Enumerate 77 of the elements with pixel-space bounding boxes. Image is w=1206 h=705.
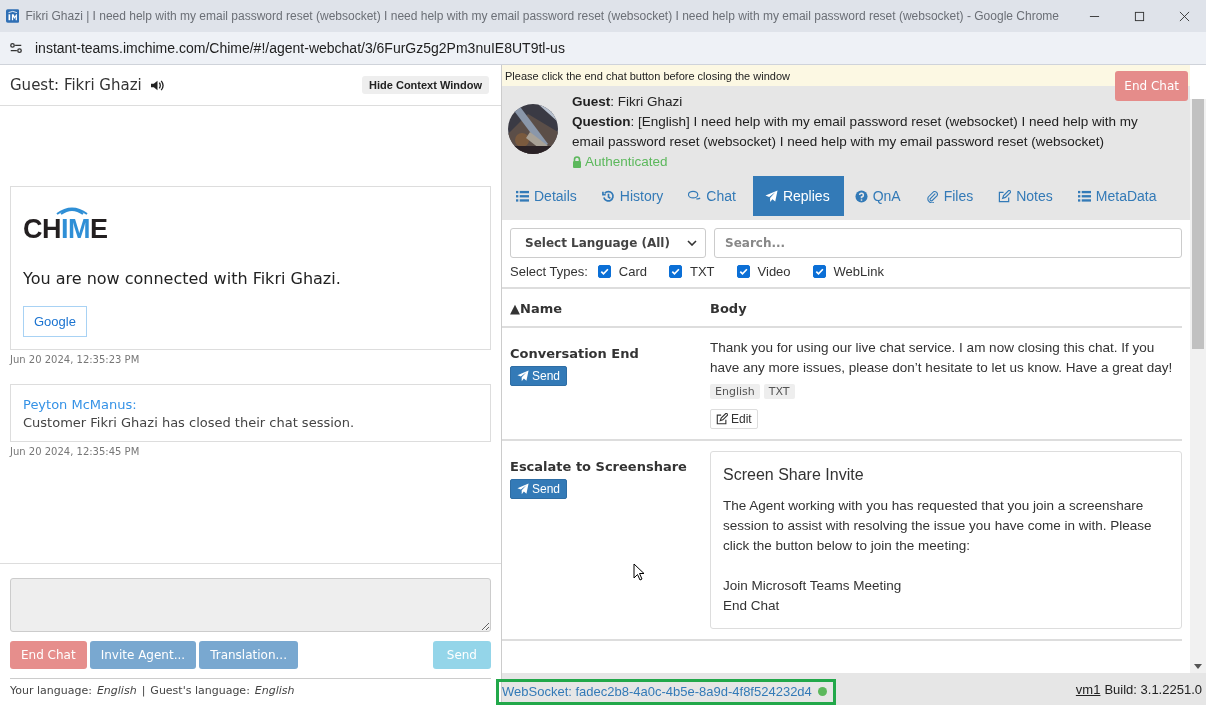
question-icon bbox=[854, 189, 868, 203]
tab[interactable]: Details bbox=[508, 176, 591, 216]
scrollbar[interactable] bbox=[1190, 99, 1206, 673]
paperclip-icon bbox=[925, 189, 939, 203]
question-text: Question: [English] I need help with my email password reset (websocket) I need help with my email password reset (websocket) I need help with my email password reset (websocket) bbox=[572, 113, 1139, 151]
list-icon bbox=[516, 189, 529, 203]
end-chat-button[interactable]: End Chat bbox=[1115, 71, 1188, 101]
language-value: English bbox=[254, 684, 295, 697]
tag: TXT bbox=[763, 384, 795, 399]
language-label: Your language: bbox=[10, 684, 92, 697]
app-icon bbox=[6, 8, 20, 24]
card-line: End Chat bbox=[723, 597, 781, 615]
message-time: Jun 20 2024, 12:35:45 PM bbox=[10, 446, 141, 458]
list-icon bbox=[1077, 189, 1091, 203]
tag: English bbox=[710, 384, 760, 399]
guest-title: Guest: Fikri Ghazi bbox=[10, 76, 142, 94]
message-text: Customer Fikri Ghazi has closed their chat session. bbox=[23, 415, 356, 431]
authenticated-status: Authenticated bbox=[585, 153, 668, 171]
card-title: Screen Share Invite bbox=[723, 466, 865, 484]
search-field[interactable]: Search... bbox=[714, 228, 1182, 258]
hide-context-button[interactable]: Hide Context Window bbox=[362, 76, 489, 94]
site-settings-icon[interactable] bbox=[9, 41, 23, 55]
checkbox[interactable] bbox=[597, 265, 611, 278]
chevron-down-icon bbox=[687, 240, 697, 246]
tab[interactable]: History bbox=[593, 176, 678, 216]
message-text: You are now connected with Fikri Ghazi. bbox=[23, 269, 342, 289]
tab[interactable]: MetaData bbox=[1069, 176, 1171, 216]
websocket-status: WebSocket: fadec2b8-4a0c-4b5e-8a9d-4f8f524232d4 bbox=[502, 684, 812, 699]
reply-body: Thank you for using our live chat service. I am now closing this chat. If you have any more issues, please don’t hesitate to let us know. Have a great day! bbox=[710, 339, 1174, 377]
checkbox[interactable] bbox=[669, 265, 682, 278]
language-label: Guest's language: bbox=[150, 684, 250, 697]
chat-icon bbox=[688, 189, 702, 203]
tab[interactable]: Replies bbox=[752, 176, 844, 216]
scroll-down-icon[interactable] bbox=[1194, 664, 1202, 669]
language-value: English bbox=[96, 684, 137, 697]
build-version: Build: 3.1.2251.0 bbox=[1104, 681, 1202, 697]
card-line: Join Microsoft Teams Meeting bbox=[723, 577, 903, 595]
link-button[interactable]: Google bbox=[23, 306, 87, 338]
checkbox[interactable] bbox=[736, 265, 750, 278]
message-time: Jun 20 2024, 12:35:23 PM bbox=[10, 354, 141, 366]
edit-icon bbox=[998, 189, 1012, 203]
edit-button[interactable]: Edit bbox=[710, 409, 758, 429]
tab[interactable]: Chat bbox=[680, 176, 750, 216]
paper-plane-icon bbox=[517, 483, 529, 495]
tab[interactable]: Notes bbox=[990, 176, 1067, 216]
history-icon bbox=[601, 189, 615, 203]
message-input[interactable] bbox=[10, 578, 491, 632]
reply-name: Escalate to Screenshare bbox=[510, 459, 688, 474]
column-header[interactable]: ▲Name bbox=[510, 301, 710, 316]
guest-info: Guest: Fikri Ghazi bbox=[572, 93, 684, 111]
language-select[interactable]: Select Language (All) bbox=[510, 228, 706, 258]
reply-name: Conversation End bbox=[510, 346, 640, 361]
checkbox-label: Card bbox=[618, 264, 647, 279]
edit-icon bbox=[716, 413, 728, 425]
paper-plane-icon bbox=[517, 370, 529, 382]
server-link[interactable]: vm1 bbox=[1075, 681, 1101, 697]
speaker-icon[interactable] bbox=[149, 78, 165, 92]
tab[interactable]: Files bbox=[917, 176, 988, 216]
checkbox-label: Video bbox=[757, 264, 791, 279]
close-icon[interactable] bbox=[1179, 10, 1190, 22]
paper-plane-icon bbox=[764, 189, 778, 203]
column-header: Body bbox=[710, 301, 748, 316]
separator: | bbox=[141, 684, 146, 697]
sender-name: Peyton McManus: bbox=[23, 397, 138, 413]
checkbox-label: WebLink bbox=[833, 264, 884, 279]
chime-logo: CHIME bbox=[23, 203, 108, 246]
mouse-pointer-icon bbox=[633, 563, 645, 581]
checkbox-label: TXT bbox=[690, 264, 715, 279]
maximize-icon[interactable] bbox=[1134, 10, 1145, 22]
tab[interactable]: QnA bbox=[846, 176, 915, 216]
reply-body: The Agent working with you has requested that you join a screenshare session to assist with resolving the issue you have come in with. Please click the button below to join the meeting: bbox=[723, 497, 1153, 555]
send-button[interactable]: Send bbox=[510, 479, 568, 499]
checkbox[interactable] bbox=[812, 265, 826, 278]
types-label: Select Types: bbox=[510, 264, 588, 279]
send-button[interactable]: Send bbox=[510, 366, 568, 386]
lock-icon bbox=[572, 156, 582, 168]
window-title: Fikri Ghazi | I need help with my email password reset (websocket) I need help with my email password reset (websocket) I need help with my email password reset (websocket) - Google Chrome bbox=[25, 9, 1059, 23]
